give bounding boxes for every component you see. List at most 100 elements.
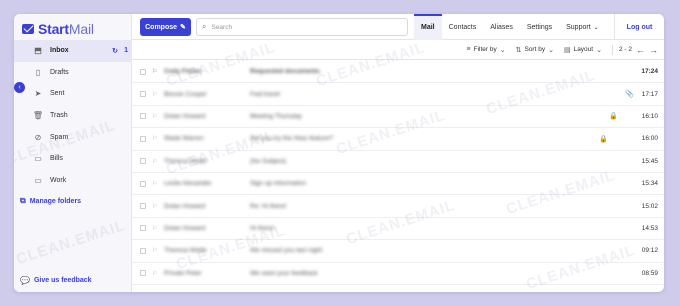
filter-button[interactable]: ≡ Filter by ⌄	[467, 46, 506, 54]
message-row[interactable]: ⚐ Private Peter We want your feedback 08:59	[132, 262, 664, 285]
lock-icon: 🔒	[609, 113, 618, 121]
chevron-down-icon: ⌄	[548, 46, 554, 54]
logout-button[interactable]: Log out	[614, 14, 664, 40]
drafts-icon: ▯	[35, 67, 41, 77]
mail-app: StartMail ⬒ Inbox ↻ 1 ▯ Drafts ➤ Sent 🗑 Trash ⊘ Spa…	[14, 14, 664, 292]
message-sender: Private Peter	[164, 269, 202, 277]
refresh-icon[interactable]: ↻	[112, 47, 118, 55]
message-sender: Dolan Howard	[164, 224, 206, 232]
tab-contacts[interactable]: Contacts	[442, 14, 484, 40]
edit-icon: ✎	[180, 24, 186, 31]
chevron-down-icon: ⌄	[596, 46, 602, 54]
flag-icon[interactable]: ⚐	[152, 270, 157, 277]
sidebar-item-inbox[interactable]: ⬒ Inbox ↻ 1	[14, 40, 132, 62]
tab-settings[interactable]: Settings	[520, 14, 559, 40]
message-time: 15:45	[641, 157, 658, 165]
sidebar-item-label: Drafts	[50, 68, 69, 76]
sidebar-item-work[interactable]: ▭ Work	[14, 170, 132, 192]
sidebar-item-label: Work	[50, 176, 67, 184]
flag-icon[interactable]: ⚐	[152, 135, 157, 142]
flag-icon[interactable]: ⚐	[152, 247, 157, 254]
sidebar-item-drafts[interactable]: ▯ Drafts	[14, 62, 132, 84]
message-subject: Re: Hi there!	[250, 202, 287, 210]
sidebar-item-label: Trash	[50, 112, 68, 120]
message-time: 17:17	[641, 90, 658, 98]
collapse-sidebar-button[interactable]: ‹	[14, 82, 25, 93]
flag-icon[interactable]: ⚐	[152, 180, 157, 187]
tab-aliases[interactable]: Aliases	[483, 14, 520, 40]
message-list: ⚐ Cody Fisher Requested documents 17:24 ⚐ Bes…	[132, 61, 664, 285]
chevron-down-icon: ⌄	[499, 46, 506, 54]
arrow-left-icon[interactable]: ←	[636, 45, 645, 55]
chat-bubble-icon: 💬	[20, 276, 30, 285]
message-row[interactable]: ⚐ Bessie Cooper Fwd:travel 📎 17:17	[132, 83, 664, 106]
message-subject: Sign up information	[250, 180, 307, 188]
sidebar-item-label: Spam	[50, 133, 69, 141]
select-checkbox[interactable]	[140, 180, 146, 187]
message-subject: Hi there!	[250, 224, 275, 232]
flag-icon[interactable]: ⚐	[152, 68, 157, 75]
select-checkbox[interactable]	[140, 225, 146, 232]
sidebar-item-spam[interactable]: ⊘ Spam	[14, 126, 132, 148]
folder-icon: ▭	[34, 175, 42, 185]
flag-icon[interactable]: ⚐	[152, 203, 157, 210]
folder-list: ⬒ Inbox ↻ 1 ▯ Drafts ➤ Sent 🗑 Trash ⊘ Spam ▭ Bills ▭ Wo…	[14, 40, 132, 191]
flag-icon[interactable]: ⚐	[152, 113, 157, 120]
message-subject: We missed you last night	[250, 247, 323, 255]
message-row[interactable]: ⚐ Dolan Howard Meeting Thursday 🔒 16:10	[132, 105, 664, 129]
attachment-icon: 📎	[625, 91, 634, 99]
message-row[interactable]: ⚐ Wade Warren Did you try the Alias featur…	[132, 128, 664, 151]
logo-text-light: Mail	[68, 21, 94, 37]
manage-folders-label: Manage folders	[29, 197, 82, 205]
select-checkbox[interactable]	[140, 158, 146, 165]
message-row[interactable]: ⚐ Dolan Howard Re: Hi there! 15:02	[132, 195, 664, 218]
tab-mail[interactable]: Mail	[414, 14, 442, 40]
sidebar-item-sent[interactable]: ➤ Sent	[14, 83, 132, 105]
envelope-logo-icon	[22, 24, 34, 34]
page-indicator: 2 - 2	[618, 46, 632, 53]
message-subject: Fwd:travel	[250, 90, 280, 98]
message-time: 16:10	[641, 112, 658, 120]
sidebar-item-bills[interactable]: ▭ Bills	[14, 148, 132, 170]
message-sender: Dolan Howard	[164, 202, 206, 210]
select-checkbox[interactable]	[140, 113, 146, 120]
trash-icon: 🗑	[32, 111, 44, 121]
message-subject: Did you try the Alias feature?	[250, 135, 334, 143]
select-checkbox[interactable]	[140, 68, 146, 75]
feedback-label: Give us feedback	[33, 277, 92, 284]
logout-label: Log out	[626, 23, 653, 31]
logo[interactable]: StartMail	[22, 20, 94, 38]
chevron-down-icon: ⌄	[593, 24, 599, 31]
sort-button[interactable]: ⇅ Sort by ⌄	[516, 46, 554, 54]
message-time: 16:00	[641, 135, 658, 143]
manage-folders-link[interactable]: ⧉ Manage folders	[20, 196, 81, 206]
tab-label: Contacts	[448, 23, 477, 31]
top-bar: Compose ✎ ⌕ Search Mail Contacts Aliases Se…	[132, 14, 664, 40]
sidebar-item-trash[interactable]: 🗑 Trash	[14, 105, 132, 127]
arrow-right-icon[interactable]: →	[649, 45, 658, 55]
message-row[interactable]: ⚐ Dolan Howard Hi there! 14:53	[132, 217, 664, 241]
message-row[interactable]: ⚐ Theresa Webb (No Subject) 15:45	[132, 150, 664, 173]
chevron-left-icon: ‹	[18, 84, 21, 91]
message-sender: Wade Warren	[164, 135, 204, 143]
message-time: 15:02	[641, 202, 658, 210]
select-checkbox[interactable]	[140, 270, 146, 277]
select-checkbox[interactable]	[140, 91, 146, 98]
flag-icon[interactable]: ⚐	[152, 91, 157, 98]
search-input[interactable]: ⌕ Search	[196, 18, 408, 36]
tab-support[interactable]: Support ⌄	[559, 14, 606, 40]
layout-button[interactable]: ▤ Layout ⌄	[564, 46, 602, 54]
flag-icon[interactable]: ⚐	[152, 225, 157, 232]
tab-label: Settings	[526, 23, 553, 31]
message-row[interactable]: ⚐ Cody Fisher Requested documents 17:24	[132, 61, 664, 84]
message-sender: Leslie Alexander	[164, 180, 212, 188]
message-row[interactable]: ⚐ Leslie Alexander Sign up information 15:3…	[132, 172, 664, 196]
select-checkbox[interactable]	[140, 247, 146, 254]
message-row[interactable]: ⚐ Theresa Webb We missed you last night 09:…	[132, 240, 664, 263]
select-checkbox[interactable]	[140, 203, 146, 210]
feedback-link[interactable]: 💬 Give us feedback	[20, 276, 92, 285]
filter-icon: ≡	[466, 46, 471, 53]
compose-button[interactable]: Compose ✎	[140, 18, 191, 36]
flag-icon[interactable]: ⚐	[152, 158, 157, 165]
select-checkbox[interactable]	[140, 135, 146, 142]
